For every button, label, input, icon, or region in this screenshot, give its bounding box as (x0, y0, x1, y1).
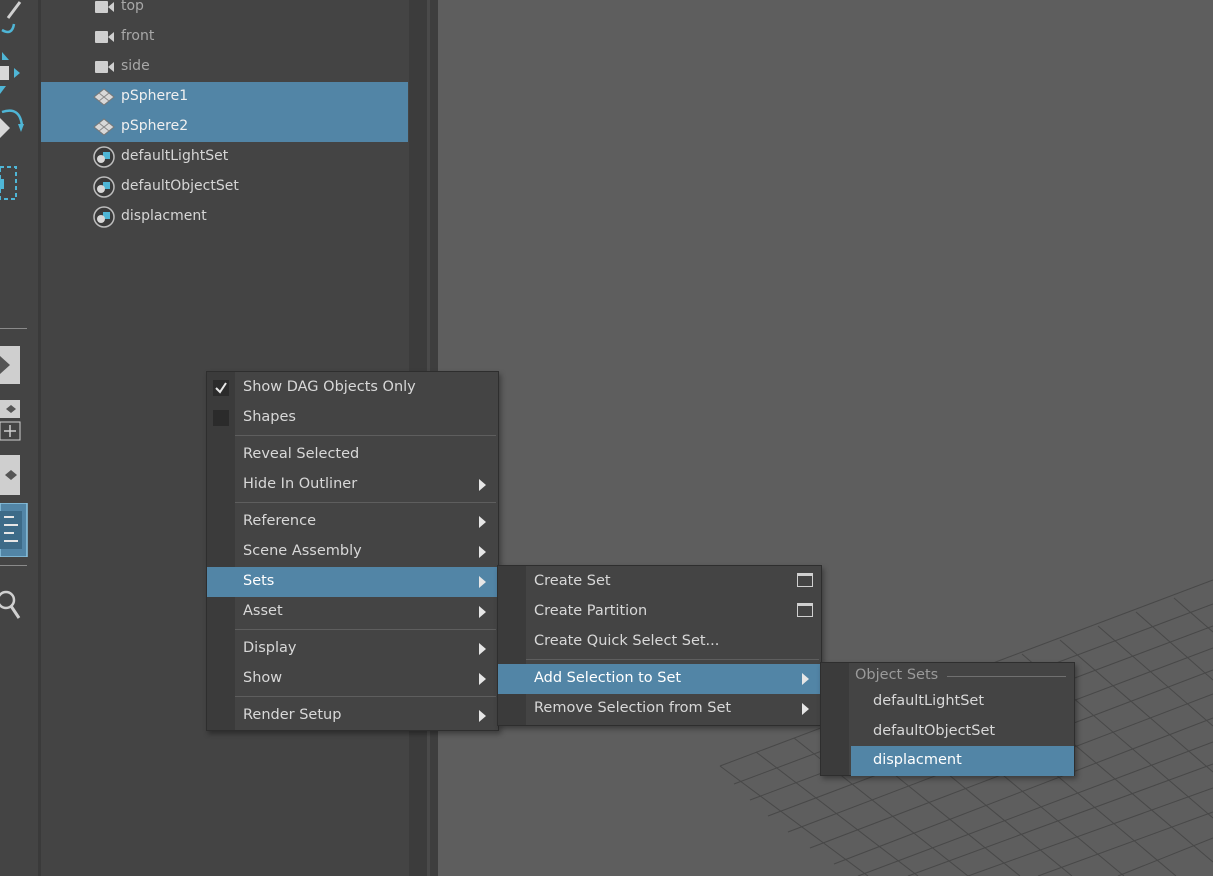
outliner-item-label: pSphere2 (121, 118, 189, 134)
submenu-arrow-icon (802, 673, 809, 685)
outliner-item-label: defaultLightSet (121, 148, 229, 164)
submenu-arrow-icon (479, 546, 486, 558)
shape-toggle-icon[interactable] (0, 400, 22, 442)
menu-item-label: Reference (243, 513, 317, 529)
hierarchy-icon[interactable] (0, 503, 28, 557)
menu-item-label: displacment (873, 752, 962, 768)
submenu-arrow-icon (479, 576, 486, 588)
menu-item-label: Asset (243, 603, 283, 619)
tool-separator (0, 328, 27, 329)
menu-item-label: Create Quick Select Set... (534, 633, 720, 649)
outliner-context-menu: Show DAG Objects Only Shapes Reveal Sele… (206, 371, 499, 731)
menu-item-sets[interactable]: Sets (207, 567, 498, 597)
menu-item-defaultlightset[interactable]: defaultLightSet (821, 687, 1074, 717)
menu-item-show-dag-objects-only[interactable]: Show DAG Objects Only (207, 373, 498, 403)
menu-item-label: Display (243, 640, 297, 656)
menu-item-label: defaultLightSet (873, 693, 985, 709)
menu-item-label: Render Setup (243, 707, 342, 723)
camera-icon (95, 31, 114, 43)
filter-icon[interactable] (0, 455, 22, 495)
outliner-item-displacment[interactable]: displacment (41, 202, 408, 232)
move-tool-icon[interactable] (0, 52, 22, 94)
submenu-arrow-icon (479, 673, 486, 685)
select-tool-icon[interactable] (0, 0, 24, 40)
section-divider (947, 676, 1066, 677)
menu-item-defaultobjectset[interactable]: defaultObjectSet (821, 717, 1074, 747)
scale-tool-icon[interactable] (0, 165, 20, 201)
outliner-item-label: side (121, 58, 150, 74)
checkbox-unchecked-icon[interactable] (213, 410, 229, 426)
option-box-icon[interactable] (797, 573, 813, 587)
menu-item-label: Reveal Selected (243, 446, 360, 462)
menu-separator (235, 629, 496, 630)
outliner-item-label: displacment (121, 208, 207, 224)
section-title: Object Sets (855, 667, 939, 683)
outliner-item-defaultlightset[interactable]: defaultLightSet (41, 142, 408, 172)
menu-separator (235, 502, 496, 503)
camera-icon (95, 1, 114, 13)
mesh-icon (93, 88, 115, 106)
outliner-item-label: top (121, 0, 144, 14)
outliner-item-label: defaultObjectSet (121, 178, 239, 194)
menu-item-label: Hide In Outliner (243, 476, 358, 492)
mesh-icon (93, 118, 115, 136)
menu-item-label: Add Selection to Set (534, 670, 682, 686)
menu-separator (526, 659, 819, 660)
menu-item-add-selection-to-set[interactable]: Add Selection to Set (498, 664, 821, 694)
outliner-item-psphere2[interactable]: pSphere2 (41, 112, 408, 142)
outliner-item-top[interactable]: top (41, 0, 408, 22)
menu-separator (235, 435, 496, 436)
menu-item-hide-in-outliner[interactable]: Hide In Outliner (207, 470, 498, 500)
menu-item-display[interactable]: Display (207, 634, 498, 664)
menu-item-displacment[interactable]: displacment (851, 746, 1074, 776)
menu-separator (235, 696, 496, 697)
outliner-item-label: front (121, 28, 155, 44)
menu-item-label: Show (243, 670, 283, 686)
submenu-arrow-icon (479, 516, 486, 528)
sets-submenu: Create Set Create Partition Create Quick… (497, 565, 822, 726)
outliner-item-side[interactable]: side (41, 52, 408, 82)
submenu-arrow-icon (479, 479, 486, 491)
outliner-item-label: pSphere1 (121, 88, 189, 104)
submenu-arrow-icon (479, 606, 486, 618)
menu-item-label: Scene Assembly (243, 543, 362, 559)
menu-item-label: Remove Selection from Set (534, 700, 732, 716)
rotate-tool-icon[interactable] (0, 106, 26, 146)
tool-separator (0, 565, 27, 566)
menu-item-label: Create Set (534, 573, 611, 589)
menu-item-reference[interactable]: Reference (207, 507, 498, 537)
menu-item-label: Shapes (243, 409, 296, 425)
menu-item-create-partition[interactable]: Create Partition (498, 597, 821, 627)
submenu-arrow-icon (479, 643, 486, 655)
menu-item-remove-selection-from-set[interactable]: Remove Selection from Set (498, 694, 821, 724)
object-sets-submenu: Object Sets defaultLightSet defaultObjec… (820, 662, 1075, 776)
menu-item-create-set[interactable]: Create Set (498, 567, 821, 597)
option-box-icon[interactable] (797, 603, 813, 617)
menu-item-reveal-selected[interactable]: Reveal Selected (207, 440, 498, 470)
checkmark-icon[interactable] (213, 380, 229, 396)
menu-item-render-setup[interactable]: Render Setup (207, 701, 498, 731)
menu-item-scene-assembly[interactable]: Scene Assembly (207, 537, 498, 567)
object-set-icon (93, 146, 115, 168)
camera-icon (95, 61, 114, 73)
outliner-item-psphere1[interactable]: pSphere1 (41, 82, 408, 112)
outliner-item-front[interactable]: front (41, 22, 408, 52)
menu-item-label: Create Partition (534, 603, 648, 619)
outliner-item-defaultobjectset[interactable]: defaultObjectSet (41, 172, 408, 202)
tool-strip (0, 0, 38, 876)
submenu-arrow-icon (479, 710, 486, 722)
menu-item-create-quick-select-set[interactable]: Create Quick Select Set... (498, 627, 821, 657)
menu-item-asset[interactable]: Asset (207, 597, 498, 627)
menu-item-label: Show DAG Objects Only (243, 379, 416, 395)
menu-item-shapes[interactable]: Shapes (207, 403, 498, 433)
menu-item-label: Sets (243, 573, 275, 589)
show-dag-icon[interactable] (0, 346, 22, 384)
menu-item-show[interactable]: Show (207, 664, 498, 694)
object-set-icon (93, 206, 115, 228)
menu-item-label: defaultObjectSet (873, 723, 996, 739)
search-icon[interactable] (0, 586, 22, 622)
object-set-icon (93, 176, 115, 198)
submenu-arrow-icon (802, 703, 809, 715)
